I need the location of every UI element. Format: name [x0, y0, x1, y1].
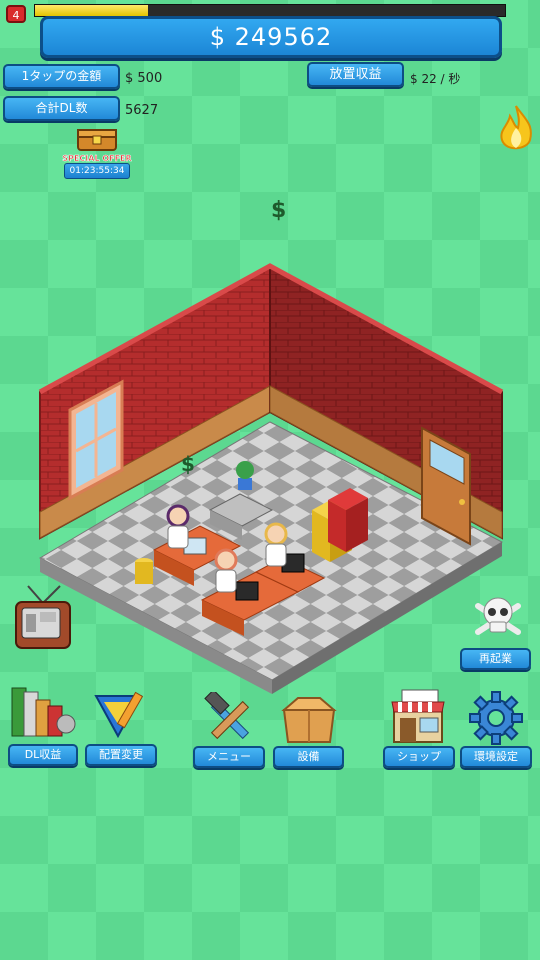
shop-button[interactable]: ショップ: [383, 746, 455, 768]
cardboard-box-icon: [278, 692, 340, 746]
idle-income-value: $ 22 / 秒: [410, 72, 461, 86]
layout-edit-icon: [90, 688, 150, 742]
flame-boost-icon[interactable]: [496, 104, 536, 156]
level-badge: 4: [6, 5, 26, 23]
tv-ad-button[interactable]: [12, 584, 74, 654]
television-icon: [15, 585, 71, 649]
gear-icon: [468, 690, 524, 746]
equipment-button[interactable]: 設備: [273, 746, 344, 768]
special-offer-banner: SPECIAL OFFER: [62, 154, 131, 163]
tap-amount-value: $ 500: [125, 71, 163, 86]
money-display: $ 249562: [40, 16, 502, 58]
treasure-chest-icon: SPECIAL OFFER: [62, 129, 132, 163]
room-dollar-sign: $: [181, 452, 195, 476]
skull-icon: [472, 592, 524, 644]
tap-amount-button[interactable]: 1タップの金額: [3, 64, 120, 89]
idle-income-button[interactable]: 放置収益: [307, 62, 404, 87]
shop-storefront-icon: [388, 688, 448, 746]
dl-income-button[interactable]: DL収益: [8, 744, 78, 766]
layout-change-button[interactable]: 配置変更: [85, 744, 157, 766]
experience-progress-fill: [35, 5, 148, 16]
office-room[interactable]: [30, 262, 510, 702]
dl-income-icon: [8, 686, 76, 742]
total-downloads-button[interactable]: 合計DL数: [3, 96, 120, 121]
floating-dollar-sign: $: [271, 198, 287, 223]
special-offer-button[interactable]: SPECIAL OFFER: [60, 124, 134, 166]
restart-business-button[interactable]: 再起業: [460, 648, 531, 670]
hammer-wrench-icon: [200, 692, 260, 744]
menu-button[interactable]: メニュー: [193, 746, 265, 768]
settings-button[interactable]: 環境設定: [460, 746, 532, 768]
special-offer-timer: 01:23:55:34: [64, 163, 130, 179]
total-downloads-value: 5627: [125, 103, 159, 118]
